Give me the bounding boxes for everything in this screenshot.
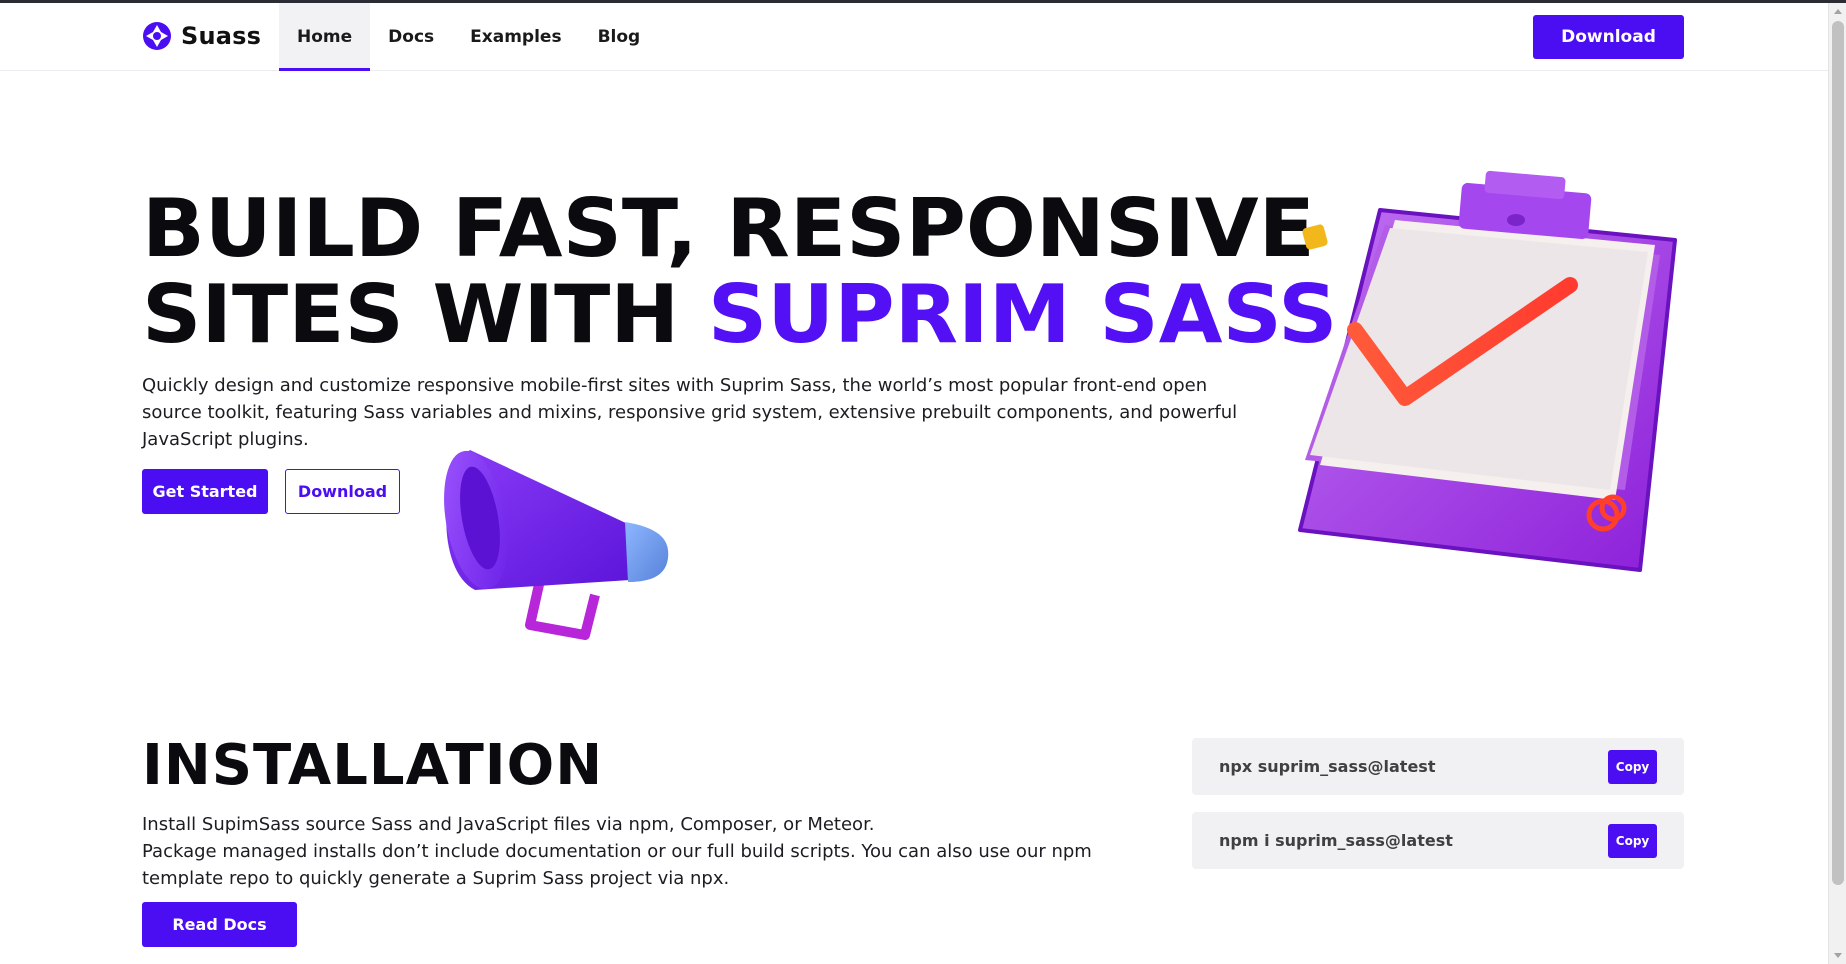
clipboard-checkmark-illustration [1298,170,1677,572]
get-started-button[interactable]: Get Started [142,469,268,514]
scroll-down-arrow-icon[interactable] [1834,953,1842,958]
vertical-scrollbar[interactable] [1828,3,1846,964]
copy-button[interactable]: Copy [1608,749,1657,784]
install-command-text[interactable]: npx suprim_sass@latest [1219,757,1435,776]
hero-title-accent: SUPRIM SASS [707,268,1338,361]
read-docs-button[interactable]: Read Docs [142,902,297,947]
install-command-text[interactable]: npm i suprim_sass@latest [1219,831,1453,850]
installation-description: Install SupimSass source Sass and JavaSc… [142,811,1122,892]
brand-name: Suass [181,22,262,50]
hero-title-line2: SITES WITH [142,268,708,361]
nav-download-button[interactable]: Download [1533,15,1684,59]
top-navbar: Suass Home Docs Examples Blog Download [0,3,1828,71]
scrollbar-thumb[interactable] [1832,21,1844,885]
nav-link-home[interactable]: Home [279,3,371,71]
installation-line2: Package managed installs don’t include d… [142,841,1092,889]
install-command-npx: npx suprim_sass@latest Copy [1192,738,1684,795]
megaphone-illustration [444,450,669,640]
hero-title-line1: BUILD FAST, RESPONSIVE [142,182,1315,275]
nav-link-blog[interactable]: Blog [580,3,659,71]
hero-description: Quickly design and customize responsive … [142,375,1238,450]
hero-title: BUILD FAST, RESPONSIVE SITES WITH SUPRIM… [142,186,1337,358]
scroll-up-arrow-icon[interactable] [1834,9,1842,14]
installation-title: INSTALLATION [142,733,604,798]
nav-links: Home Docs Examples Blog [279,3,658,71]
install-command-npm: npm i suprim_sass@latest Copy [1192,812,1684,869]
hero-download-button[interactable]: Download [285,469,400,514]
installation-line1: Install SupimSass source Sass and JavaSc… [142,814,875,835]
nav-link-examples[interactable]: Examples [452,3,579,71]
nav-link-docs[interactable]: Docs [370,3,452,71]
brand[interactable]: Suass [142,21,261,51]
copy-button[interactable]: Copy [1608,823,1657,858]
suass-logo-icon [143,22,171,50]
